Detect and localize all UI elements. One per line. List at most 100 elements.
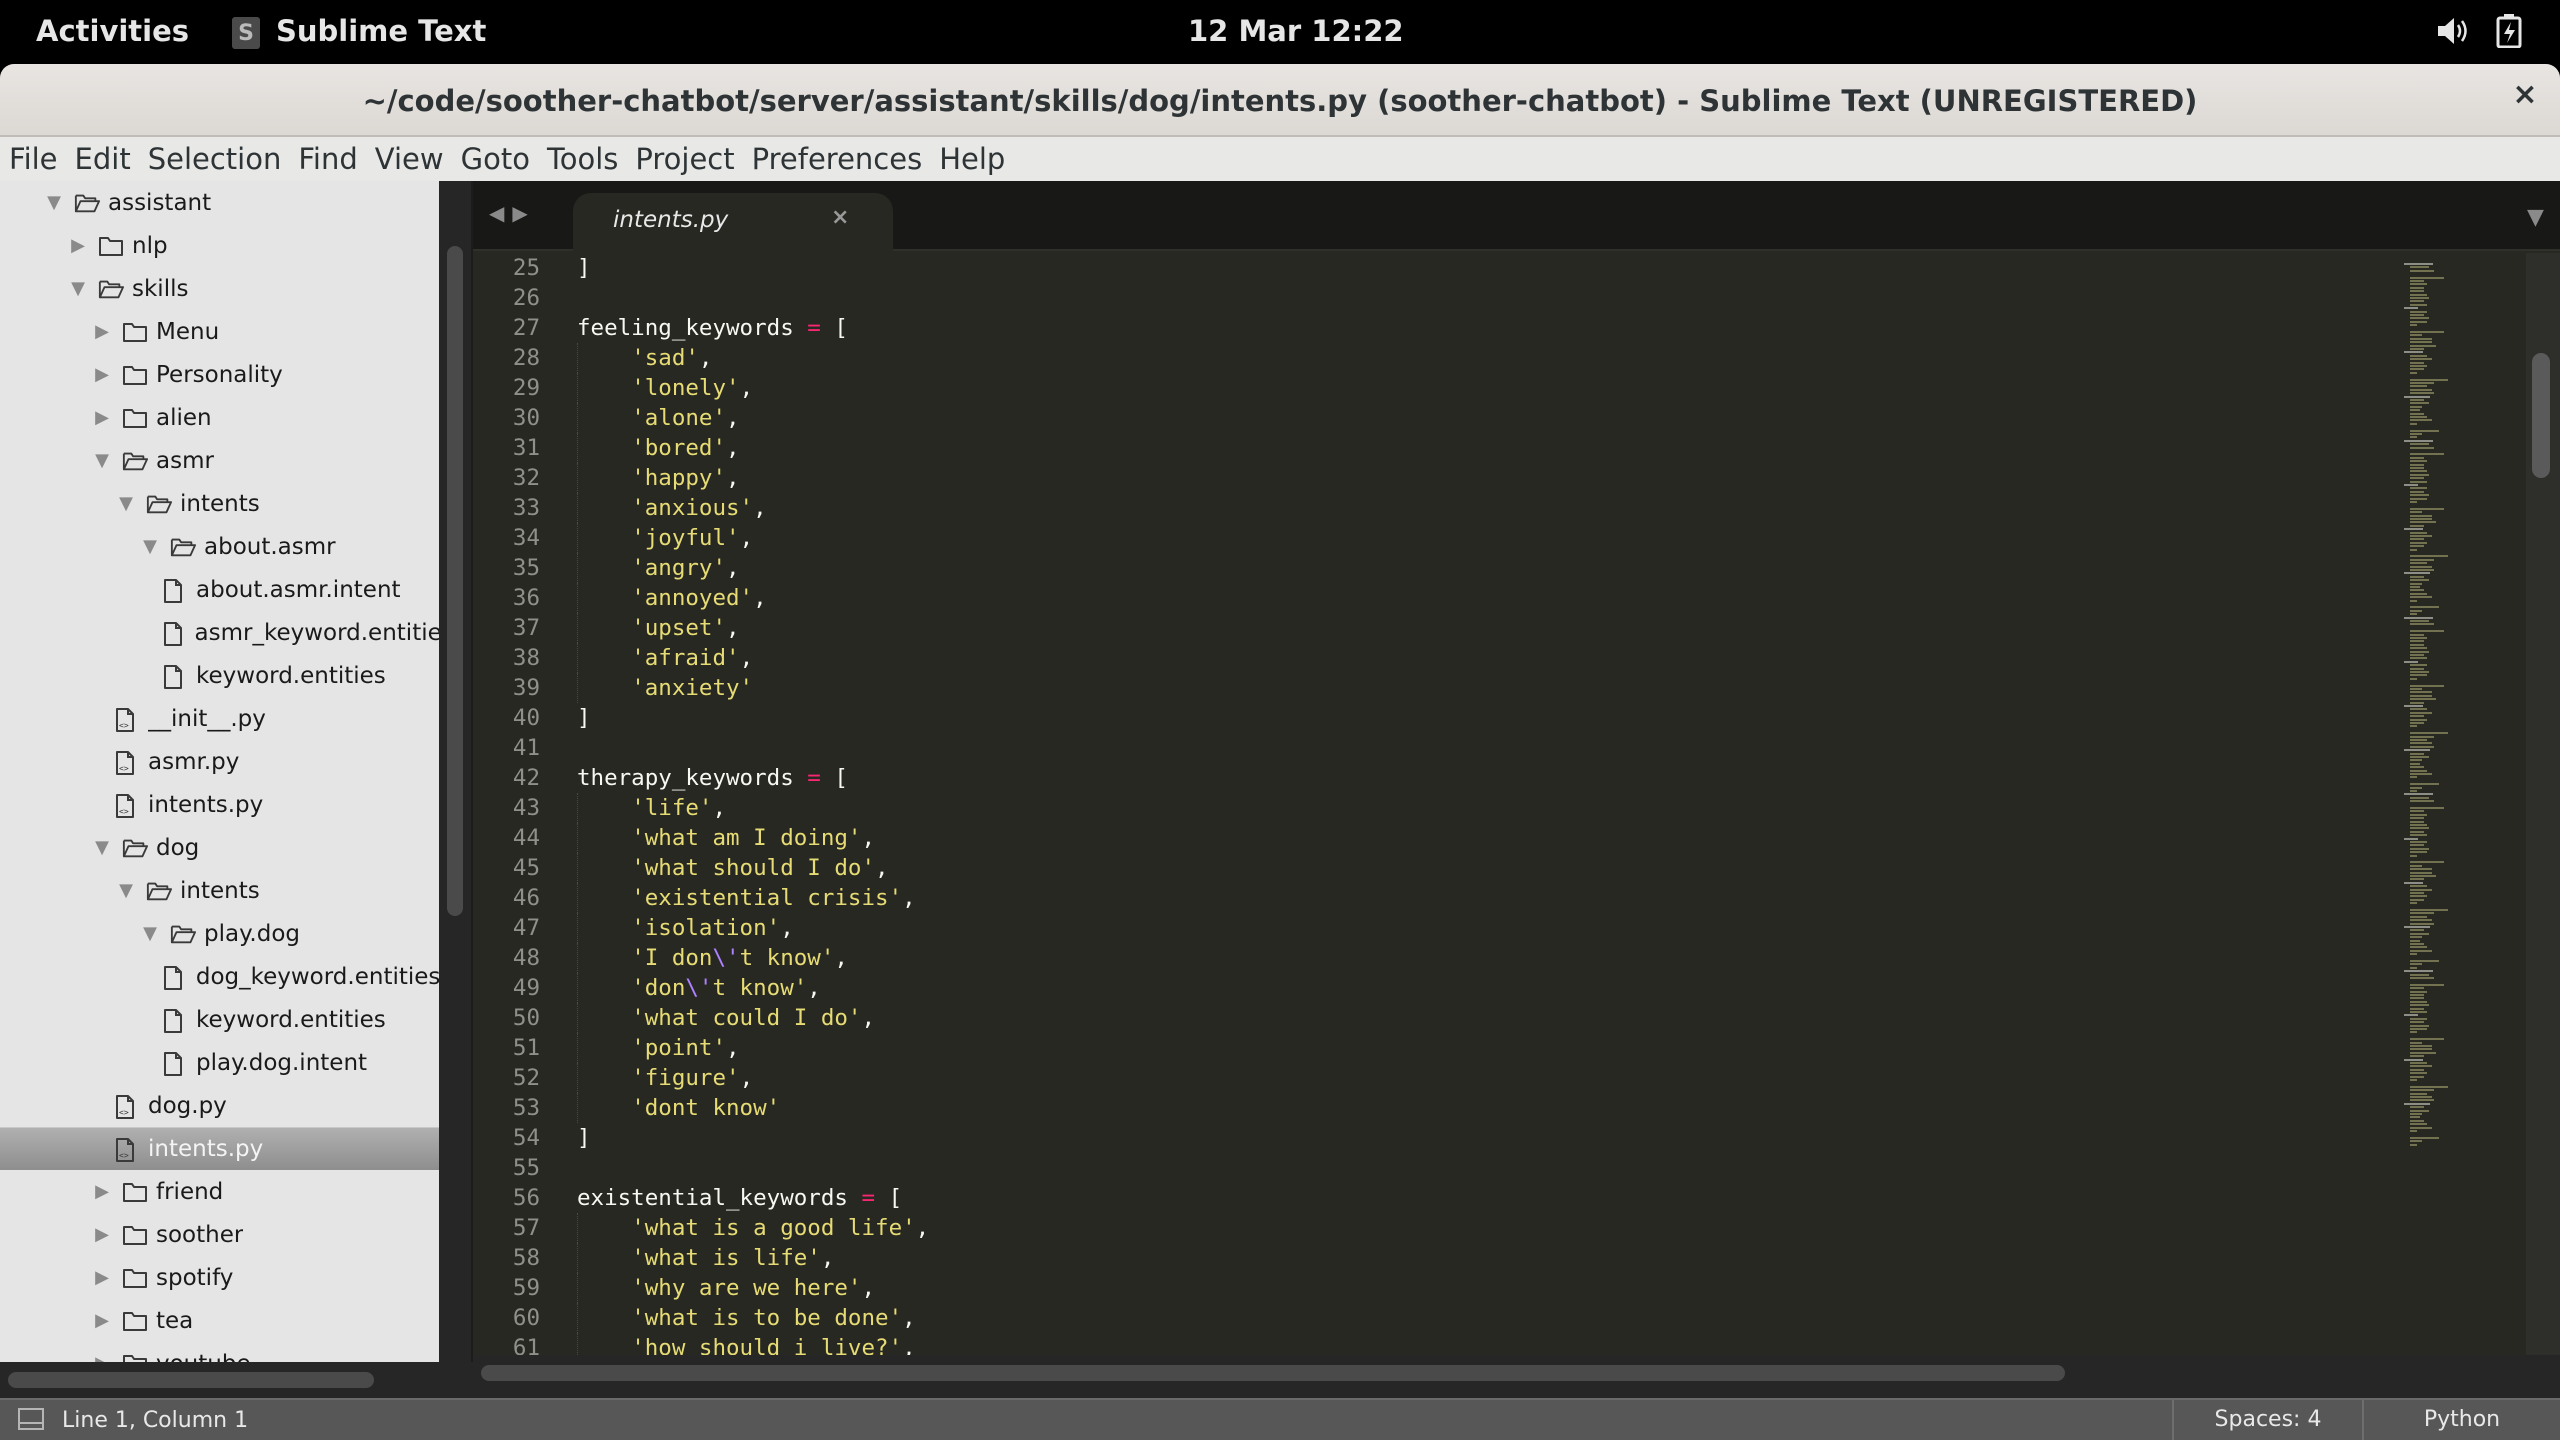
tab-intents-py[interactable]: intents.py × <box>573 193 893 251</box>
code-line[interactable]: 38 'afraid', <box>473 643 2393 673</box>
code-line[interactable]: 29 'lonely', <box>473 373 2393 403</box>
sidebar-vertical-scrollbar[interactable] <box>439 181 473 1431</box>
panel-toggle-icon[interactable] <box>18 1408 44 1430</box>
collapsed-arrow-icon[interactable]: ▶ <box>66 234 90 258</box>
tree-file[interactable]: keyword.entities <box>0 998 439 1041</box>
code-line[interactable]: 45 'what should I do', <box>473 853 2393 883</box>
editor-scroll-thumb[interactable] <box>2532 353 2550 478</box>
code-line[interactable]: 34 'joyful', <box>473 523 2393 553</box>
code-line[interactable]: 57 'what is a good life', <box>473 1213 2393 1243</box>
minimap[interactable] <box>2400 253 2526 1355</box>
code-line[interactable]: 58 'what is life', <box>473 1243 2393 1273</box>
sidebar-scroll-thumb[interactable] <box>447 246 463 916</box>
code-line[interactable]: 36 'annoyed', <box>473 583 2393 613</box>
code-view[interactable]: 25] 26 27 feeling_keywords = [28 'sad', 29 '… <box>473 253 2393 1355</box>
code-line[interactable]: 46 'existential crisis', <box>473 883 2393 913</box>
tree-folder[interactable]: ▶ Personality <box>0 353 439 396</box>
code-line[interactable]: 44 'what am I doing', <box>473 823 2393 853</box>
code-line[interactable]: 55 <box>473 1153 2393 1183</box>
code-line[interactable]: 27 feeling_keywords = [ <box>473 313 2393 343</box>
code-line[interactable]: 33 'anxious', <box>473 493 2393 523</box>
code-line[interactable]: 52 'figure', <box>473 1063 2393 1093</box>
code-line[interactable]: 35 'angry', <box>473 553 2393 583</box>
nav-back-icon[interactable]: ◀ <box>489 201 512 225</box>
menu-edit[interactable]: Edit <box>75 142 131 176</box>
menu-goto[interactable]: Goto <box>461 142 530 176</box>
tree-file[interactable]: dog_keyword.entities <box>0 955 439 998</box>
expanded-arrow-icon[interactable]: ▼ <box>114 492 138 516</box>
close-window-button[interactable]: × <box>2510 80 2540 110</box>
indentation-selector[interactable]: Spaces: 4 <box>2172 1400 2362 1440</box>
tree-folder[interactable]: ▼ intents <box>0 482 439 525</box>
app-menu-button[interactable]: S Sublime Text <box>232 14 486 49</box>
code-line[interactable]: 40] <box>473 703 2393 733</box>
collapsed-arrow-icon[interactable]: ▶ <box>90 406 114 430</box>
tree-folder[interactable]: ▶ friend <box>0 1170 439 1213</box>
sidebar-hscroll-thumb[interactable] <box>8 1372 374 1388</box>
code-line[interactable]: 48 'I don\'t know', <box>473 943 2393 973</box>
menu-find[interactable]: Find <box>298 142 357 176</box>
code-line[interactable]: 32 'happy', <box>473 463 2393 493</box>
tree-file[interactable]: <> intents.py <box>0 783 439 826</box>
code-line[interactable]: 28 'sad', <box>473 343 2393 373</box>
code-line[interactable]: 49 'don\'t know', <box>473 973 2393 1003</box>
expanded-arrow-icon[interactable]: ▼ <box>138 535 162 559</box>
syntax-selector[interactable]: Python <box>2362 1400 2560 1440</box>
collapsed-arrow-icon[interactable]: ▶ <box>90 1180 114 1204</box>
collapsed-arrow-icon[interactable]: ▶ <box>90 1223 114 1247</box>
activities-button[interactable]: Activities <box>36 14 189 48</box>
tree-folder[interactable]: ▼ intents <box>0 869 439 912</box>
collapsed-arrow-icon[interactable]: ▶ <box>90 1352 114 1362</box>
editor-vertical-scrollbar[interactable] <box>2526 253 2560 1355</box>
code-line[interactable]: 31 'bored', <box>473 433 2393 463</box>
tree-folder[interactable]: ▶ youtube <box>0 1342 439 1362</box>
code-line[interactable]: 39 'anxiety' <box>473 673 2393 703</box>
code-line[interactable]: 25] <box>473 253 2393 283</box>
expanded-arrow-icon[interactable]: ▼ <box>90 449 114 473</box>
nav-forward-icon[interactable]: ▶ <box>512 201 535 225</box>
code-line[interactable]: 41 <box>473 733 2393 763</box>
tree-folder[interactable]: ▶ soother <box>0 1213 439 1256</box>
tree-folder[interactable]: ▼ asmr <box>0 439 439 482</box>
code-line[interactable]: 26 <box>473 283 2393 313</box>
editor-hscroll-thumb[interactable] <box>481 1365 2065 1381</box>
close-tab-icon[interactable]: × <box>831 205 849 230</box>
expanded-arrow-icon[interactable]: ▼ <box>42 191 66 215</box>
menu-view[interactable]: View <box>375 142 444 176</box>
tree-folder[interactable]: ▼ play.dog <box>0 912 439 955</box>
tab-list-dropdown-icon[interactable]: ▼ <box>2527 205 2544 230</box>
tree-folder[interactable]: ▶ alien <box>0 396 439 439</box>
menu-project[interactable]: Project <box>635 142 734 176</box>
clock[interactable]: 12 Mar 12:22 <box>1188 14 1404 48</box>
collapsed-arrow-icon[interactable]: ▶ <box>90 1266 114 1290</box>
code-line[interactable]: 47 'isolation', <box>473 913 2393 943</box>
code-line[interactable]: 37 'upset', <box>473 613 2393 643</box>
code-line[interactable]: 61 'how should i live?', <box>473 1333 2393 1355</box>
code-line[interactable]: 59 'why are we here', <box>473 1273 2393 1303</box>
menu-help[interactable]: Help <box>939 142 1005 176</box>
tree-folder[interactable]: ▼ skills <box>0 267 439 310</box>
menu-preferences[interactable]: Preferences <box>752 142 923 176</box>
tree-folder[interactable]: ▼ assistant <box>0 181 439 224</box>
tree-file[interactable]: about.asmr.intent <box>0 568 439 611</box>
expanded-arrow-icon[interactable]: ▼ <box>66 277 90 301</box>
tree-file[interactable]: <> dog.py <box>0 1084 439 1127</box>
tree-file[interactable]: <> asmr.py <box>0 740 439 783</box>
code-line[interactable]: 51 'point', <box>473 1033 2393 1063</box>
battery-charging-icon[interactable] <box>2496 14 2522 52</box>
menu-file[interactable]: File <box>9 142 58 176</box>
menu-selection[interactable]: Selection <box>148 142 282 176</box>
tree-folder[interactable]: ▼ dog <box>0 826 439 869</box>
tree-folder[interactable]: ▶ Menu <box>0 310 439 353</box>
code-line[interactable]: 30 'alone', <box>473 403 2393 433</box>
code-line[interactable]: 42 therapy_keywords = [ <box>473 763 2393 793</box>
tree-file[interactable]: <> intents.py <box>0 1127 439 1170</box>
code-line[interactable]: 50 'what could I do', <box>473 1003 2393 1033</box>
expanded-arrow-icon[interactable]: ▼ <box>114 879 138 903</box>
code-line[interactable]: 53 'dont know' <box>473 1093 2393 1123</box>
collapsed-arrow-icon[interactable]: ▶ <box>90 320 114 344</box>
tree-file[interactable]: <> __init__.py <box>0 697 439 740</box>
volume-icon[interactable] <box>2436 16 2470 50</box>
tree-file[interactable]: asmr_keyword.entities <box>0 611 439 654</box>
expanded-arrow-icon[interactable]: ▼ <box>138 922 162 946</box>
